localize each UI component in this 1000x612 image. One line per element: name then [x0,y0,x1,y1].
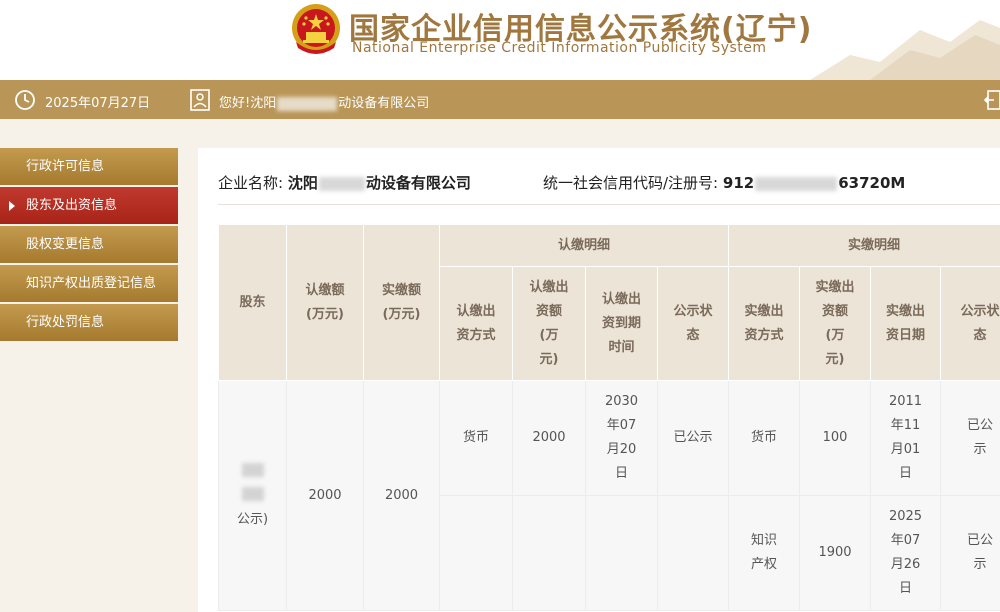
paid-method-cell: 货币 [728,380,801,496]
subscribed-due-date-cell [585,495,658,611]
sidebar-item-shareholder-investment[interactable]: 股东及出资信息 [0,187,178,224]
company-name-suffix: 动设备有限公司 [365,174,471,192]
shareholder-name-cell[interactable]: 公示) [218,380,287,611]
paid-investment-cell: 100 [799,380,872,496]
column-header-subscribed-investment: 认缴出 资额 (万 元) [512,266,586,381]
paid-amount-cell: 2000 [363,380,440,611]
company-name: 企业名称: 沈阳 动设备有限公司 [218,172,471,193]
subscribed-investment-cell: 2000 [512,380,586,496]
company-name-label: 企业名称: [218,174,284,192]
subscribed-status-cell [656,495,730,611]
subscribed-status-cell: 已公示 [656,380,730,496]
sidebar-item-label: 知识产权出质登记信息 [26,276,157,291]
column-header-subscribed-status: 公示状 态 [656,266,730,381]
info-bar: 2025年07月27日 您好!沈阳 动设备有限公司 [0,80,1000,119]
subscribed-investment-cell [512,495,586,611]
sidebar-item-equity-change[interactable]: 股权变更信息 [0,226,178,263]
arrow-right-icon [9,201,15,211]
redacted-credit-code [755,176,838,191]
credit-code-label: 统一社会信用代码/注册号: [543,174,719,192]
paid-date-cell: 2025 年07 月26 日 [870,495,942,611]
sidebar-item-ip-pledge[interactable]: 知识产权出质登记信息 [0,265,178,302]
divider [218,204,1000,205]
column-header-paid-status: 公示状 态 [940,266,1000,381]
paid-status-cell: 已公 示 [940,495,1000,611]
paid-date-cell: 2011 年11 月01 日 [870,380,942,496]
paid-method-cell: 知识 产权 [728,495,801,611]
column-header-paid-method: 实缴出 资方式 [728,266,801,381]
clock-icon [15,90,35,110]
shareholder-name-suffix: 公示) [236,511,269,527]
greeting-text: 您好!沈阳 动设备有限公司 [219,92,429,111]
greeting-prefix: 您好!沈阳 [219,96,277,111]
sidebar-item-label: 股东及出资信息 [26,198,118,213]
mountain-decoration [810,20,1000,80]
sidebar-item-label: 行政许可信息 [26,159,105,174]
site-subtitle: National Enterprise Credit Information P… [352,40,767,56]
sidebar-item-label: 行政处罚信息 [26,315,105,330]
column-header-paid-amount: 实缴额 (万元) [363,224,440,381]
subscribed-due-date-cell: 2030 年07 月20 日 [585,380,658,496]
column-header-shareholder: 股东 [218,224,287,381]
group-header-paid-detail: 实缴明细 [728,224,1000,267]
current-date: 2025年07月27日 [45,96,151,111]
subscribed-method-cell [439,495,513,611]
redacted-shareholder-name [241,487,264,501]
credit-code-suffix: 63720M [838,174,906,192]
national-emblem-icon [292,4,340,54]
paid-status-cell: 已公 示 [940,380,1000,496]
credit-code-prefix: 912 [722,174,755,192]
paid-investment-cell: 1900 [799,495,872,611]
main-panel: 企业名称: 沈阳 动设备有限公司 统一社会信用代码/注册号: 912 63720M … [198,148,1000,612]
subscribed-amount-cell: 2000 [286,380,364,611]
column-header-subscribed-due-date: 认缴出 资到期 时间 [585,266,658,381]
sidebar: 行政许可信息 股东及出资信息 股权变更信息 知识产权出质登记信息 行政处罚信息 [0,148,178,343]
table-row: 公示) 2000 2000 货币 2000 2030 年07 月20 日 已公示… [218,380,1000,611]
column-header-subscribed-method: 认缴出 资方式 [439,266,513,381]
sidebar-item-administrative-license[interactable]: 行政许可信息 [0,148,178,185]
redacted-name [277,96,338,111]
redacted-shareholder-name [241,463,264,477]
shareholder-table: 股东 认缴额 (万元) 实缴额 (万元) 认缴明细 实缴明细 认缴出 资方式 认… [218,224,1000,611]
greeting-suffix: 动设备有限公司 [338,96,430,111]
sidebar-item-label: 股权变更信息 [26,237,105,252]
site-header: 国家企业信用信息公示系统(辽宁) National Enterprise Cre… [0,0,1000,80]
subscribed-method-cell: 货币 [439,380,513,496]
group-header-subscribed-detail: 认缴明细 [438,224,730,267]
credit-code: 统一社会信用代码/注册号: 912 63720M [543,172,905,193]
column-header-paid-date: 实缴出 资日期 [870,266,942,381]
sidebar-item-administrative-penalty[interactable]: 行政处罚信息 [0,304,178,341]
logout-icon[interactable] [984,89,1000,111]
column-header-subscribed-amount: 认缴额 (万元) [286,224,364,381]
column-header-paid-investment: 实缴出 资额 (万 元) [799,266,872,381]
user-icon [190,89,210,111]
redacted-company-name [318,176,365,191]
company-name-prefix: 沈阳 [287,174,318,192]
